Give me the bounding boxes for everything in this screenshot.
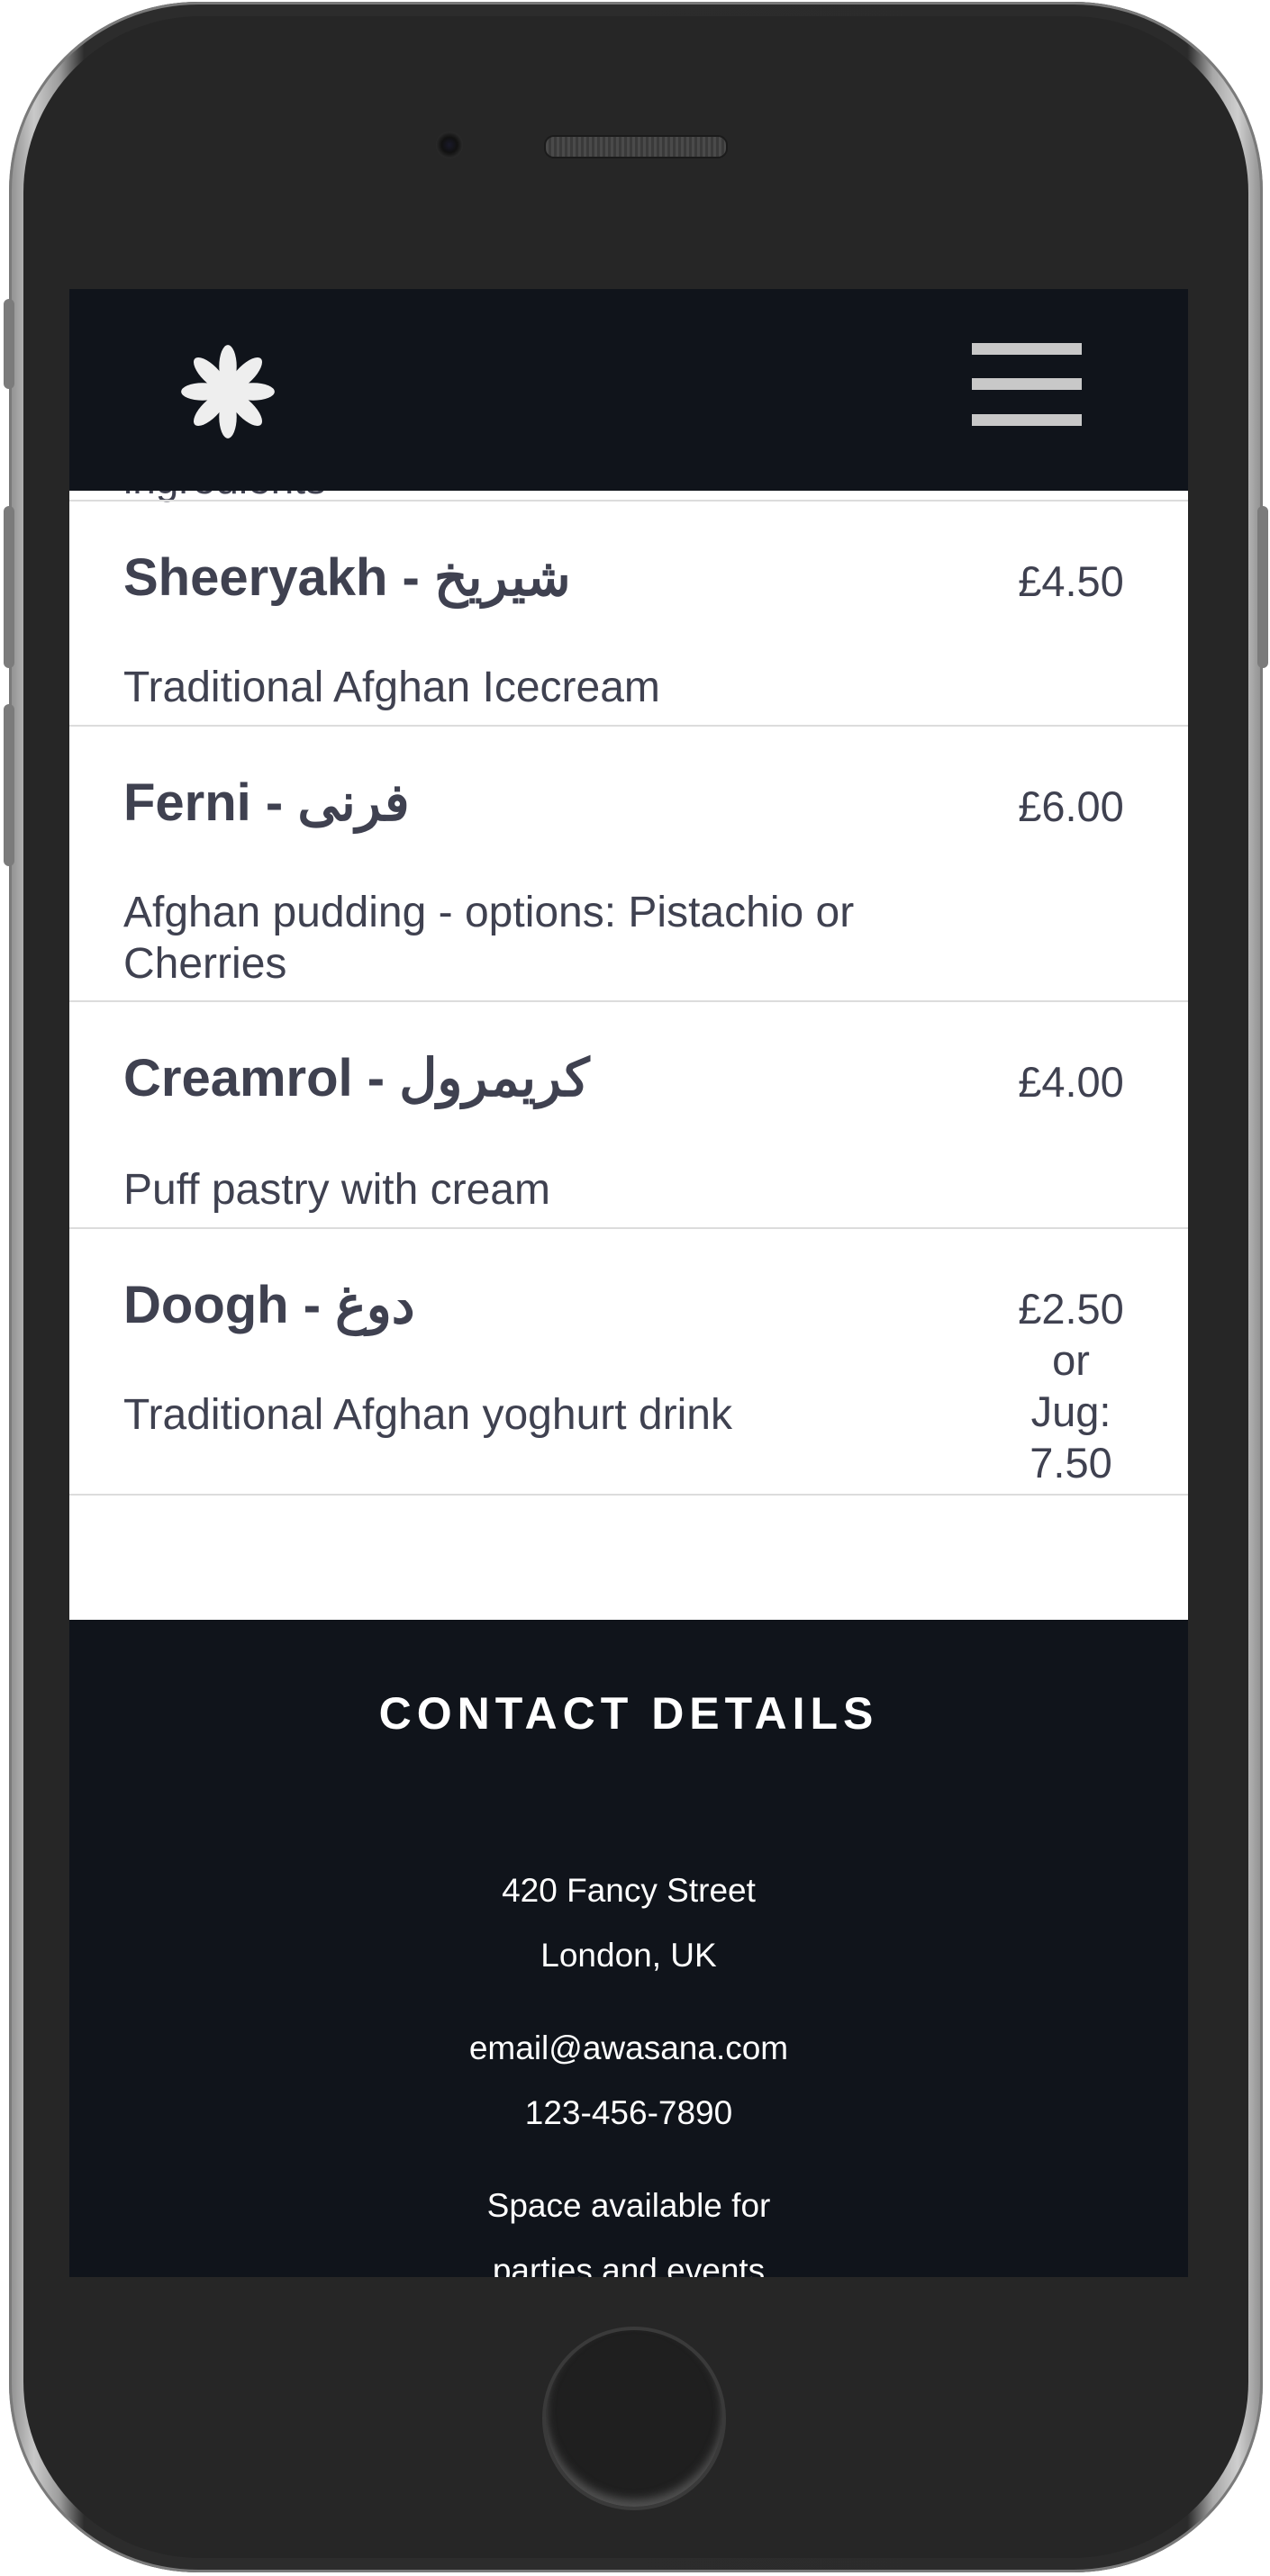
volume-up-button: [4, 506, 14, 668]
item-price: £4.00: [1018, 1058, 1124, 1106]
list-item: Sheeryakh - شیریخ £4.50 Traditional Afgh…: [69, 502, 1188, 725]
menu-list: ingredients Sheeryakh - شیریخ £4.50 Trad…: [69, 456, 1188, 1620]
menu-bar-bottom: [972, 414, 1082, 426]
hamburger-menu-icon[interactable]: [972, 343, 1082, 426]
item-price: £2.50 or Jug: 7.50: [1018, 1285, 1124, 1487]
item-name: Sheeryakh - شیریخ: [123, 548, 571, 607]
asterisk-flower-icon[interactable]: [179, 343, 277, 440]
phone-screen: ingredients Sheeryakh - شیریخ £4.50 Trad…: [69, 289, 1188, 2277]
item-description: Traditional Afghan Icecream: [123, 664, 660, 711]
item-name: Doogh - دوغ: [123, 1276, 415, 1334]
item-price: £4.50: [1018, 557, 1124, 605]
mute-switch: [4, 299, 14, 389]
contact-footer: CONTACT DETAILS 420 Fancy Street London,…: [69, 1620, 1188, 2277]
volume-down-button: [4, 704, 14, 866]
list-item: Doogh - دوغ £2.50 or Jug: 7.50 Tradition…: [69, 1229, 1188, 1494]
events-note-line-1: Space available for: [486, 2187, 771, 2224]
home-button[interactable]: [546, 2330, 722, 2507]
front-camera: [436, 131, 463, 158]
item-description: Traditional Afghan yoghurt drink: [123, 1391, 732, 1439]
list-item: Ferni - فرنی £6.00 Afghan pudding - opti…: [69, 727, 1188, 1000]
address-line-2: London, UK: [540, 1937, 717, 1974]
earpiece-speaker: [544, 135, 728, 158]
menu-bar-middle: [972, 378, 1082, 390]
item-name: Creamrol - کریمرول: [123, 1049, 590, 1107]
item-description: Puff pastry with cream: [123, 1166, 550, 1214]
events-note-line-2: parties and events: [492, 2252, 766, 2277]
item-name: Ferni - فرنی: [123, 773, 410, 832]
divider: [69, 1494, 1188, 1496]
address-line-1: 420 Fancy Street: [502, 1872, 756, 1909]
item-description: Afghan pudding - options: Pistachio or C…: [123, 889, 855, 988]
power-button: [1257, 506, 1268, 668]
item-price: £6.00: [1018, 782, 1124, 830]
phone-number[interactable]: 123-456-7890: [69, 2094, 1188, 2132]
list-item: Creamrol - کریمرول £4.00 Puff pastry wit…: [69, 1002, 1188, 1227]
email-link[interactable]: email@awasana.com: [69, 2029, 1188, 2067]
site-header: [69, 289, 1188, 491]
footer-title: CONTACT DETAILS: [378, 1688, 879, 1739]
menu-bar-top: [972, 343, 1082, 355]
